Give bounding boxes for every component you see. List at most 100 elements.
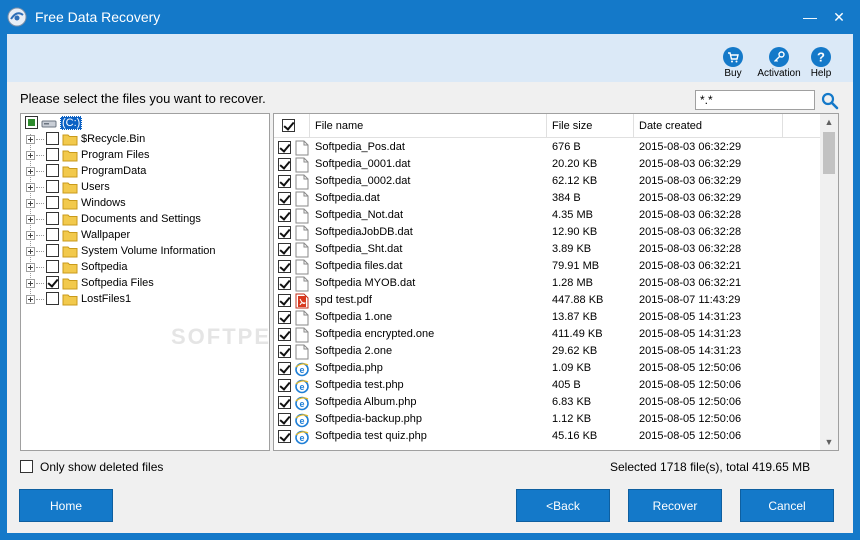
folder-label[interactable]: Windows xyxy=(81,197,126,209)
tree-item[interactable]: Users xyxy=(21,179,269,195)
expand-icon[interactable] xyxy=(26,263,35,272)
expand-icon[interactable] xyxy=(26,295,35,304)
folder-checkbox[interactable] xyxy=(46,196,59,209)
file-checkbox[interactable] xyxy=(278,328,291,341)
folder-label[interactable]: Documents and Settings xyxy=(81,213,201,225)
back-button[interactable]: <Back xyxy=(516,489,610,522)
file-checkbox[interactable] xyxy=(278,277,291,290)
folder-label[interactable]: Wallpaper xyxy=(81,229,130,241)
scroll-thumb[interactable] xyxy=(823,132,835,174)
file-row[interactable]: Softpedia_0002.dat 62.12 KB 2015-08-03 06:… xyxy=(274,173,820,190)
expand-icon[interactable] xyxy=(26,183,35,192)
column-header-size[interactable]: File size xyxy=(547,114,634,138)
file-checkbox[interactable] xyxy=(278,175,291,188)
folder-checkbox[interactable] xyxy=(46,148,59,161)
file-list[interactable]: File name File size Date created Softped… xyxy=(273,113,839,451)
file-checkbox[interactable] xyxy=(278,413,291,426)
folder-label[interactable]: Users xyxy=(81,181,110,193)
scroll-up-icon[interactable]: ▲ xyxy=(820,114,838,130)
folder-checkbox[interactable] xyxy=(46,244,59,257)
folder-checkbox[interactable] xyxy=(46,276,59,289)
tree-item[interactable]: Softpedia xyxy=(21,259,269,275)
folder-checkbox[interactable] xyxy=(46,260,59,273)
expand-icon[interactable] xyxy=(26,279,35,288)
file-checkbox[interactable] xyxy=(278,379,291,392)
folder-label[interactable]: $Recycle.Bin xyxy=(81,133,145,145)
file-checkbox[interactable] xyxy=(278,209,291,222)
folder-checkbox[interactable] xyxy=(46,212,59,225)
tree-item[interactable]: Wallpaper xyxy=(21,227,269,243)
only-deleted-checkbox[interactable] xyxy=(20,460,33,473)
folder-label[interactable]: Program Files xyxy=(81,149,149,161)
file-filter-input[interactable] xyxy=(695,90,815,110)
file-row[interactable]: Softpedia_Sht.dat 3.89 KB 2015-08-03 06:32… xyxy=(274,241,820,258)
search-icon[interactable] xyxy=(821,92,839,110)
tree-item[interactable]: LostFiles1 xyxy=(21,291,269,307)
file-checkbox[interactable] xyxy=(278,141,291,154)
cancel-button[interactable]: Cancel xyxy=(740,489,834,522)
file-row[interactable]: SoftpediaJobDB.dat 12.90 KB 2015-08-03 06:… xyxy=(274,224,820,241)
file-row[interactable]: Softpedia_Pos.dat 676 B 2015-08-03 06:32:2… xyxy=(274,139,820,156)
tree-item[interactable]: Program Files xyxy=(21,147,269,163)
expand-icon[interactable] xyxy=(26,215,35,224)
tree-root-drive[interactable]: (C:) xyxy=(21,115,269,131)
tree-item[interactable]: Softpedia Files xyxy=(21,275,269,291)
folder-label[interactable]: LostFiles1 xyxy=(81,293,131,305)
file-row[interactable]: Softpedia encrypted.one 411.49 KB 2015-08-… xyxy=(274,326,820,343)
file-row[interactable]: e Softpedia.php 1.09 KB 2015-08-05 12:50:06 xyxy=(274,360,820,377)
select-all-checkbox[interactable] xyxy=(282,119,295,132)
drive-checkbox[interactable] xyxy=(25,116,38,129)
expand-icon[interactable] xyxy=(26,151,35,160)
file-checkbox[interactable] xyxy=(278,243,291,256)
tree-item[interactable]: Documents and Settings xyxy=(21,211,269,227)
file-checkbox[interactable] xyxy=(278,294,291,307)
file-checkbox[interactable] xyxy=(278,362,291,375)
tree-item[interactable]: ProgramData xyxy=(21,163,269,179)
expand-icon[interactable] xyxy=(26,231,35,240)
file-row[interactable]: spd test.pdf 447.88 KB 2015-08-07 11:43:29 xyxy=(274,292,820,309)
file-row[interactable]: Softpedia_Not.dat 4.35 MB 2015-08-03 06:32… xyxy=(274,207,820,224)
folder-label[interactable]: Softpedia xyxy=(81,261,127,273)
folder-checkbox[interactable] xyxy=(46,292,59,305)
file-row[interactable]: Softpedia.dat 384 B 2015-08-03 06:32:29 xyxy=(274,190,820,207)
file-row[interactable]: Softpedia MYOB.dat 1.28 MB 2015-08-03 06:3… xyxy=(274,275,820,292)
file-checkbox[interactable] xyxy=(278,311,291,324)
file-checkbox[interactable] xyxy=(278,260,291,273)
expand-icon[interactable] xyxy=(26,199,35,208)
file-checkbox[interactable] xyxy=(278,396,291,409)
drive-label[interactable]: (C:) xyxy=(60,116,83,130)
vertical-scrollbar[interactable]: ▲ ▼ xyxy=(820,114,838,450)
folder-checkbox[interactable] xyxy=(46,228,59,241)
file-checkbox[interactable] xyxy=(278,226,291,239)
home-button[interactable]: Home xyxy=(19,489,113,522)
file-checkbox[interactable] xyxy=(278,430,291,443)
folder-label[interactable]: Softpedia Files xyxy=(81,277,154,289)
tree-item[interactable]: System Volume Information xyxy=(21,243,269,259)
file-row[interactable]: e Softpedia-backup.php 1.12 KB 2015-08-05 1… xyxy=(274,411,820,428)
file-row[interactable]: e Softpedia test quiz.php 45.16 KB 2015-08-… xyxy=(274,428,820,445)
close-button[interactable]: ✕ xyxy=(825,6,853,28)
folder-checkbox[interactable] xyxy=(46,132,59,145)
file-checkbox[interactable] xyxy=(278,345,291,358)
column-header-date[interactable]: Date created xyxy=(634,114,783,138)
recover-button[interactable]: Recover xyxy=(628,489,722,522)
file-row[interactable]: Softpedia files.dat 79.91 MB 2015-08-03 06… xyxy=(274,258,820,275)
expand-icon[interactable] xyxy=(26,247,35,256)
file-row[interactable]: Softpedia 1.one 13.87 KB 2015-08-05 14:31:… xyxy=(274,309,820,326)
file-checkbox[interactable] xyxy=(278,192,291,205)
tree-item[interactable]: $Recycle.Bin xyxy=(21,131,269,147)
help-button[interactable]: ? Help xyxy=(794,47,848,81)
tree-item[interactable]: Windows xyxy=(21,195,269,211)
file-row[interactable]: Softpedia 2.one 29.62 KB 2015-08-05 14:31:… xyxy=(274,343,820,360)
expand-icon[interactable] xyxy=(26,167,35,176)
folder-label[interactable]: System Volume Information xyxy=(81,245,216,257)
file-checkbox[interactable] xyxy=(278,158,291,171)
file-row[interactable]: e Softpedia Album.php 6.83 KB 2015-08-05 12… xyxy=(274,394,820,411)
only-deleted-label[interactable]: Only show deleted files xyxy=(40,460,163,474)
folder-checkbox[interactable] xyxy=(46,164,59,177)
scroll-down-icon[interactable]: ▼ xyxy=(820,434,838,450)
file-row[interactable]: e Softpedia test.php 405 B 2015-08-05 12:50… xyxy=(274,377,820,394)
folder-checkbox[interactable] xyxy=(46,180,59,193)
column-header-name[interactable]: File name xyxy=(310,114,547,138)
expand-icon[interactable] xyxy=(26,135,35,144)
